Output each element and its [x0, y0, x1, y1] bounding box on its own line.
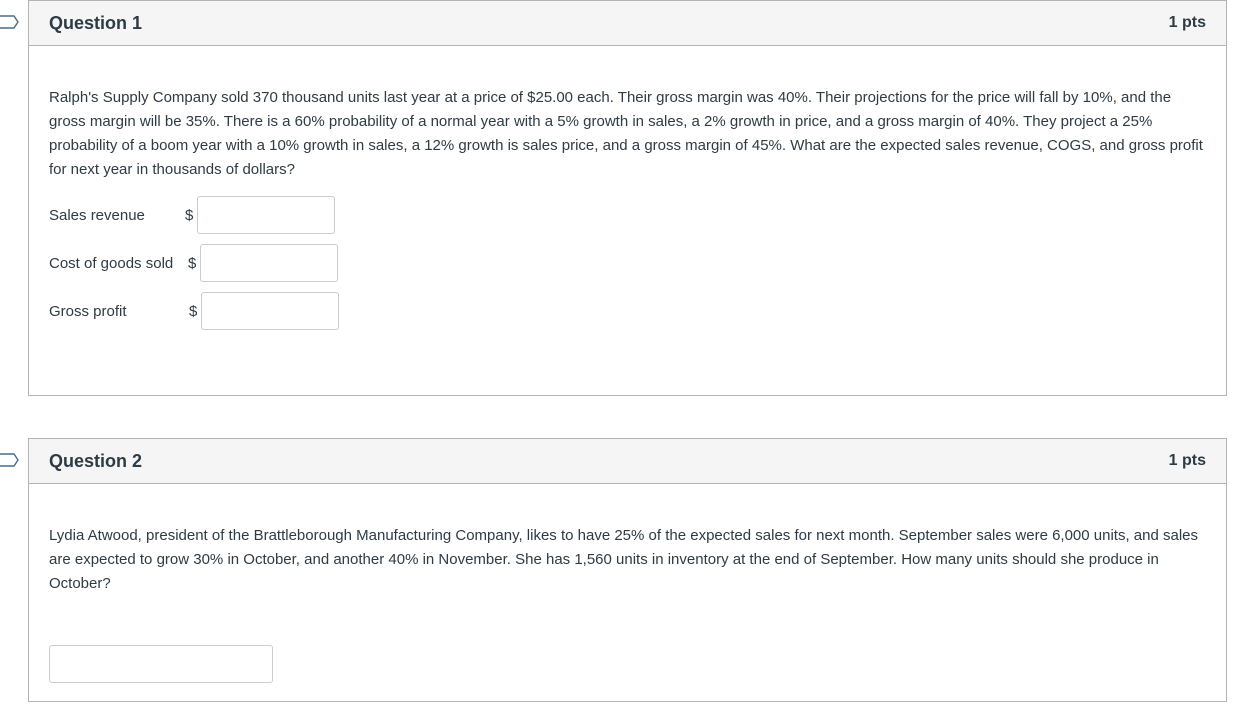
- question-header: Question 1 1 pts: [29, 1, 1226, 46]
- answer-row-cogs: Cost of goods sold $: [49, 244, 1206, 282]
- answer-label: Gross profit: [49, 302, 127, 320]
- gross-profit-input[interactable]: [201, 292, 340, 330]
- currency-symbol: $: [188, 254, 197, 272]
- question-points: 1 pts: [1168, 452, 1206, 469]
- question-body: Lydia Atwood, president of the Brattlebo…: [29, 484, 1226, 683]
- question-text: Lydia Atwood, president of the Brattlebo…: [49, 527, 1199, 592]
- answer-row-gross-profit: Gross profit $: [49, 292, 1206, 330]
- currency-symbol: $: [189, 302, 198, 320]
- question-header: Question 2 1 pts: [29, 439, 1226, 484]
- answer-label: Sales revenue: [49, 206, 145, 224]
- question-points: 1 pts: [1168, 14, 1206, 31]
- question-body: Ralph's Supply Company sold 370 thousand…: [29, 46, 1226, 330]
- bookmark-flag-icon[interactable]: [0, 453, 20, 467]
- answer-label: Cost of goods sold: [49, 254, 174, 272]
- currency-symbol: $: [185, 206, 194, 224]
- bookmark-flag-icon[interactable]: [0, 15, 20, 29]
- answer-input[interactable]: [49, 645, 273, 683]
- cogs-input[interactable]: [200, 244, 339, 282]
- question-1: Question 1 1 pts Ralph's Supply Company …: [28, 0, 1227, 396]
- answer-row-sales-revenue: Sales revenue $: [49, 196, 1206, 234]
- question-title: Question 1: [49, 12, 143, 33]
- sales-revenue-input[interactable]: [197, 196, 336, 234]
- question-text: Ralph's Supply Company sold 370 thousand…: [49, 89, 1203, 178]
- question-2: Question 2 1 pts Lydia Atwood, president…: [28, 438, 1227, 702]
- answer-fields: Sales revenue $ Cost of goods sold $ Gro…: [49, 196, 1206, 330]
- question-title: Question 2: [49, 450, 143, 471]
